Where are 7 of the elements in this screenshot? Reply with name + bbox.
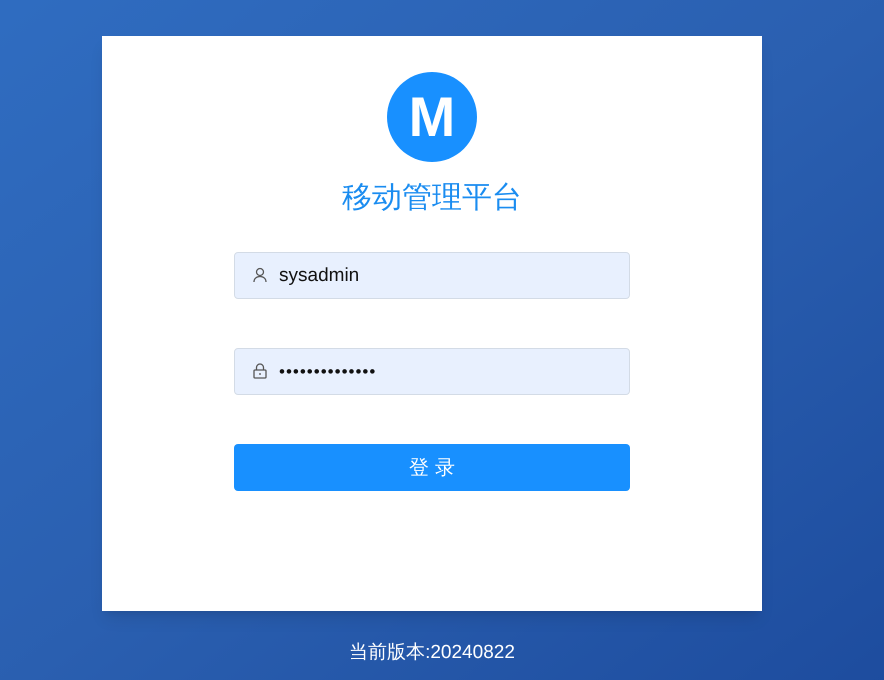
app-title: 移动管理平台 [342, 180, 522, 216]
lock-icon [252, 363, 268, 379]
logo-icon: M [387, 72, 477, 162]
username-field[interactable]: sysadmin [234, 252, 630, 299]
password-field[interactable]: •••••••••••••• [234, 348, 630, 395]
version-text: 当前版本:20240822 [349, 641, 515, 665]
user-icon [252, 267, 268, 283]
